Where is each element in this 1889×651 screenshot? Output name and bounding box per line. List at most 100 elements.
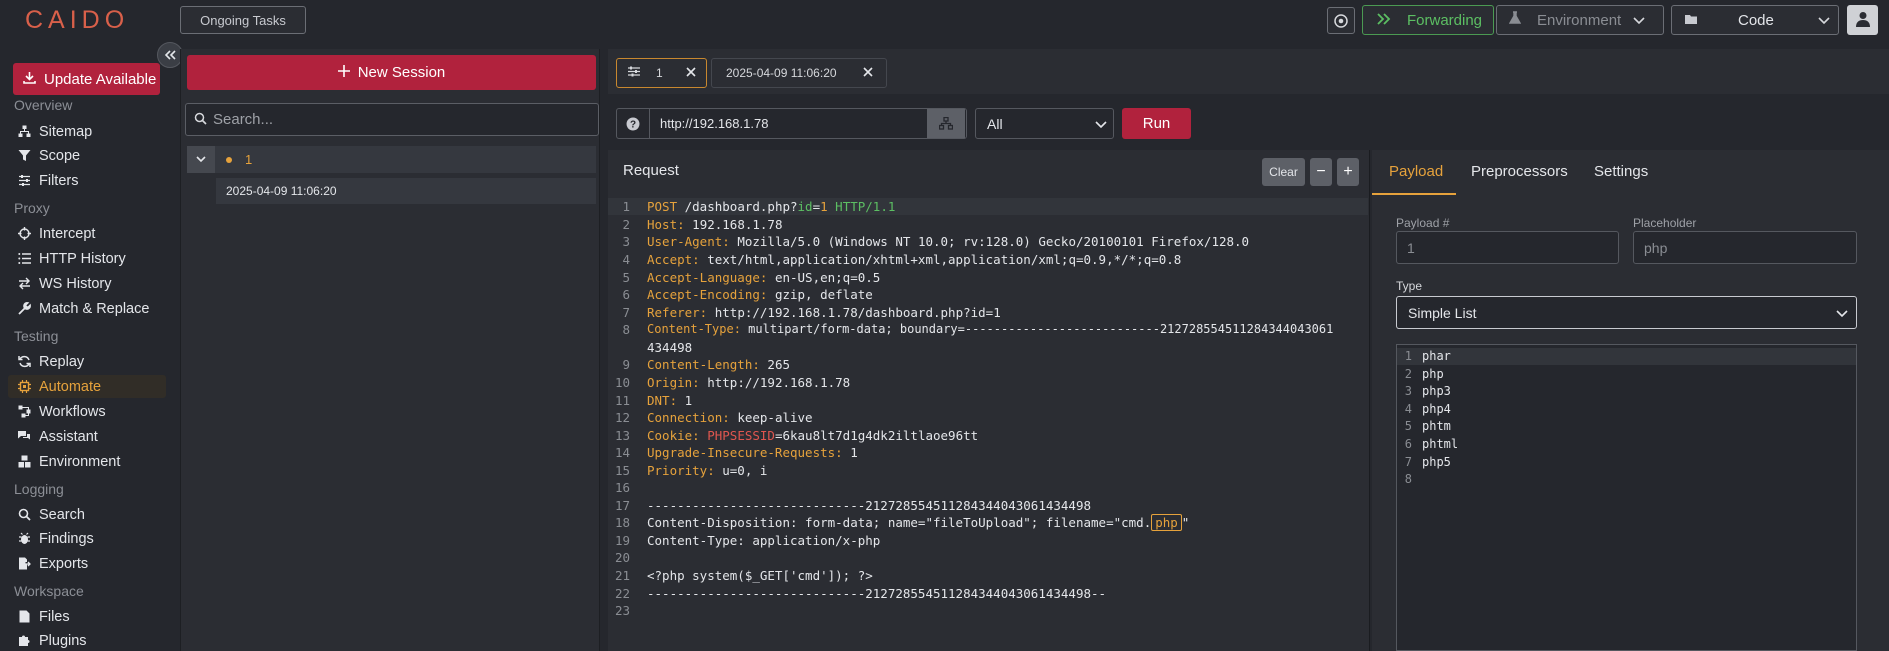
sidebar-item-automate[interactable]: Automate [8,375,166,398]
arrows-exchange-icon [17,277,31,291]
payload-type-select[interactable]: Simple List [1396,296,1857,329]
browser-icon[interactable] [1327,7,1355,34]
tab-preprocessors[interactable]: Preprocessors [1471,163,1568,180]
forwarding-button[interactable]: Forwarding [1362,5,1494,35]
payload-line-number: 2 [1404,366,1412,381]
funnel-icon [17,149,31,163]
code-line: POST /dashboard.php?id=1 HTTP/1.1 [647,199,896,214]
add-placeholder-button[interactable]: + [1337,158,1359,186]
line-number: 13 [614,428,630,443]
help-icon[interactable]: ? [617,109,650,138]
code-line: Accept-Language: en-US,en;q=0.5 [647,270,881,285]
sliders-icon [628,66,640,80]
workflow-icon [17,405,31,419]
code-line: Content-Disposition: form-data; name="fi… [647,514,1190,531]
payload-placeholder-marker[interactable]: php [1151,514,1182,531]
forwarding-label: Forwarding [1407,11,1483,29]
sidebar-item-scope[interactable]: Scope [8,144,166,167]
close-icon[interactable] [686,66,696,80]
code-line: Priority: u=0, i [647,463,768,478]
line-number: 23 [614,603,630,618]
line-number: 7 [622,305,630,320]
update-available-label: Update Available [44,70,157,88]
flask-icon [1508,11,1522,29]
sidebar-item-label: Search [39,506,85,523]
svg-text:?: ? [630,119,636,130]
sidebar-item-exports[interactable]: Exports [8,552,166,575]
environment-select[interactable]: Environment [1496,5,1664,35]
section-workspace: Workspace [14,583,84,599]
tab-payload[interactable]: Payload [1389,163,1443,180]
sidebar-item-assistant[interactable]: Assistant [8,425,166,448]
sidebar-item-http-history[interactable]: HTTP History [8,247,166,270]
network-icon[interactable] [927,109,965,138]
sitemap-icon [17,125,31,139]
session-tree-row[interactable]: 1 [187,146,596,173]
line-number: 18 [614,515,630,530]
sidebar-item-label: Exports [39,555,89,572]
section-logging: Logging [14,481,64,497]
user-icon [1855,11,1870,30]
code-line: -----------------------------21272855451… [647,498,1092,513]
method-filter-select[interactable]: All [975,108,1114,139]
update-available-button[interactable]: Update Available [13,63,160,95]
session-tree-child[interactable]: 2025-04-09 11:06:20 [216,178,596,204]
tree-toggle-chevron-icon[interactable] [187,146,215,173]
chevron-down-icon [1095,116,1107,132]
tab-label: 1 [656,66,663,80]
close-icon[interactable] [863,66,873,80]
run-button[interactable]: Run [1122,108,1191,139]
sidebar-item-search[interactable]: Search [8,503,166,526]
placeholder-label: Placeholder [1633,216,1697,230]
sidebar-item-match-replace[interactable]: Match & Replace [8,297,166,320]
type-label: Type [1396,279,1423,293]
sidebar-item-replay[interactable]: Replay [8,350,166,373]
payload-number-label: Payload # [1396,216,1450,230]
code-select[interactable]: Code [1671,5,1839,35]
sidebar-item-files[interactable]: Files [8,605,166,628]
tab-session-1[interactable]: 1 [616,58,707,88]
sidebar-item-intercept[interactable]: Intercept [8,222,166,245]
placeholder-field[interactable]: php [1633,231,1857,264]
code-line: Accept: text/html,application/xhtml+xml,… [647,252,1182,267]
new-session-button[interactable]: New Session [187,55,596,90]
sidebar-item-environment[interactable]: Environment [8,450,166,473]
file-icon [17,610,31,624]
line-number: 11 [614,393,630,408]
remove-placeholder-button[interactable]: − [1310,158,1332,186]
tab-session-2[interactable]: 2025-04-09 11:06:20 [711,58,887,88]
url-input[interactable] [650,116,927,131]
folder-icon [1684,12,1698,29]
sidebar-item-plugins[interactable]: Plugins [8,629,166,651]
cpu-icon [17,380,31,394]
line-number: 22 [614,586,630,601]
line-number: 16 [614,480,630,495]
line-number: 1 [622,199,630,214]
sidebar-item-filters[interactable]: Filters [8,169,166,192]
code-line: Connection: keep-alive [647,410,813,425]
ongoing-tasks-button[interactable]: Ongoing Tasks [180,6,306,34]
user-avatar-button[interactable] [1847,5,1878,35]
code-line: User-Agent: Mozilla/5.0 (Windows NT 10.0… [647,234,1250,249]
sidebar-item-ws-history[interactable]: WS History [8,272,166,295]
sidebar-item-label: Findings [39,530,94,547]
sidebar-item-workflows[interactable]: Workflows [8,400,166,423]
sidebar-item-label: Assistant [39,428,98,445]
code-line: 434498 [647,340,693,355]
clear-button[interactable]: Clear [1262,158,1305,186]
environment-label: Environment [1537,11,1622,29]
session-search-input[interactable] [213,111,593,128]
sidebar-item-findings[interactable]: Findings [8,527,166,550]
method-filter-value: All [987,115,1003,132]
tab-settings[interactable]: Settings [1594,163,1648,180]
payload-number-field[interactable]: 1 [1396,231,1619,264]
payload-line-number: 5 [1404,419,1412,434]
payload-list-editor[interactable] [1396,344,1857,651]
session-search-box[interactable] [185,103,599,136]
request-title: Request [623,162,679,179]
line-number: 4 [622,252,630,267]
download-icon [23,71,36,88]
payload-value: php4 [1422,401,1451,416]
sidebar-item-sitemap[interactable]: Sitemap [8,120,166,143]
sidebar-item-label: Automate [39,378,102,395]
